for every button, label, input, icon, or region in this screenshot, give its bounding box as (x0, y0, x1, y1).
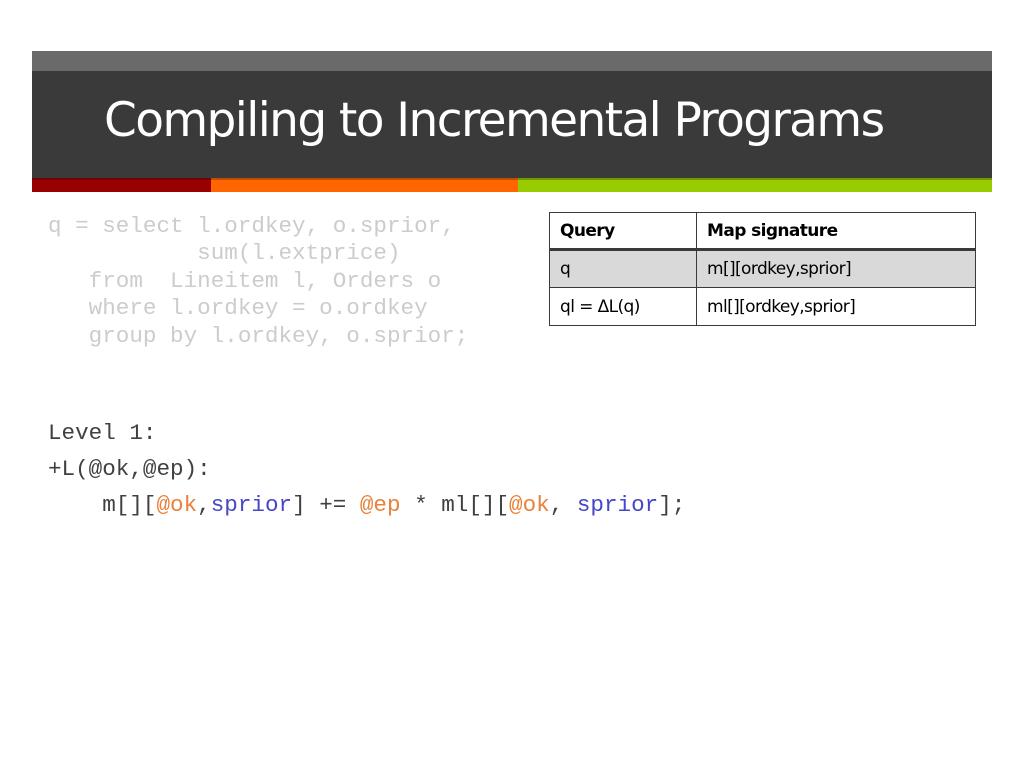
code-line: from Lineitem l, Orders o (48, 267, 442, 294)
code-token-plain: * ml[][ (400, 492, 510, 518)
code-line: group by l.ordkey, o.sprior; (48, 322, 469, 349)
accent-bar-red (32, 178, 211, 192)
column-header-map-signature: Map signature (696, 212, 976, 251)
header-main-band: Compiling to Incremental Programs (32, 71, 992, 178)
code-token-plain: m[][ (48, 492, 157, 518)
code-token-plain: , (197, 492, 211, 518)
header-top-band (32, 51, 992, 71)
code-token-orange: @ok (509, 492, 550, 518)
cell-map-signature: ml[][ordkey,sprior] (696, 287, 976, 326)
cell-map-signature: m[][ordkey,sprior] (696, 249, 976, 288)
trigger-signature: +L(@ok,@ep): (48, 456, 211, 482)
cell-query: q (549, 249, 697, 288)
code-token-plain: , (549, 492, 577, 518)
level-label: Level 1: (48, 420, 157, 446)
code-token-orange: @ok (156, 492, 198, 518)
table-header-row: Query Map signature (549, 212, 976, 251)
accent-bar-orange (211, 178, 518, 192)
slide-title: Compiling to Incremental Programs (104, 93, 885, 148)
table-row: q m[][ordkey,sprior] (549, 249, 976, 288)
code-line: sum(l.extprice) (48, 240, 401, 267)
accent-bar-green (518, 178, 992, 192)
trigger-statement: m[][@ok,sprior] += @ep * ml[][@ok, sprio… (48, 487, 685, 523)
code-token-blue: sprior (210, 492, 293, 518)
map-signature-table: Query Map signature q m[][ordkey,sprior]… (549, 212, 976, 326)
sql-query-code: q = select l.ordkey, o.sprior, sum(l.ext… (48, 213, 468, 350)
table-row: ql = ΔL(q) ml[][ordkey,sprior] (549, 287, 976, 326)
slide-header: Compiling to Incremental Programs (32, 51, 992, 192)
column-header-query: Query (549, 212, 697, 251)
code-token-blue: sprior (576, 492, 659, 518)
code-token-plain: ]; (658, 492, 686, 518)
trigger-code: Level 1: +L(@ok,@ep): m[][@ok,sprior] += … (48, 415, 685, 523)
code-token-orange: @ep (359, 492, 401, 518)
accent-bar-shadow (32, 178, 992, 180)
code-line: q = select l.ordkey, o.sprior, (48, 213, 455, 239)
cell-query: ql = ΔL(q) (549, 287, 697, 326)
code-line: where l.ordkey = o.ordkey (48, 295, 428, 322)
code-token-plain: ] += (292, 492, 360, 518)
